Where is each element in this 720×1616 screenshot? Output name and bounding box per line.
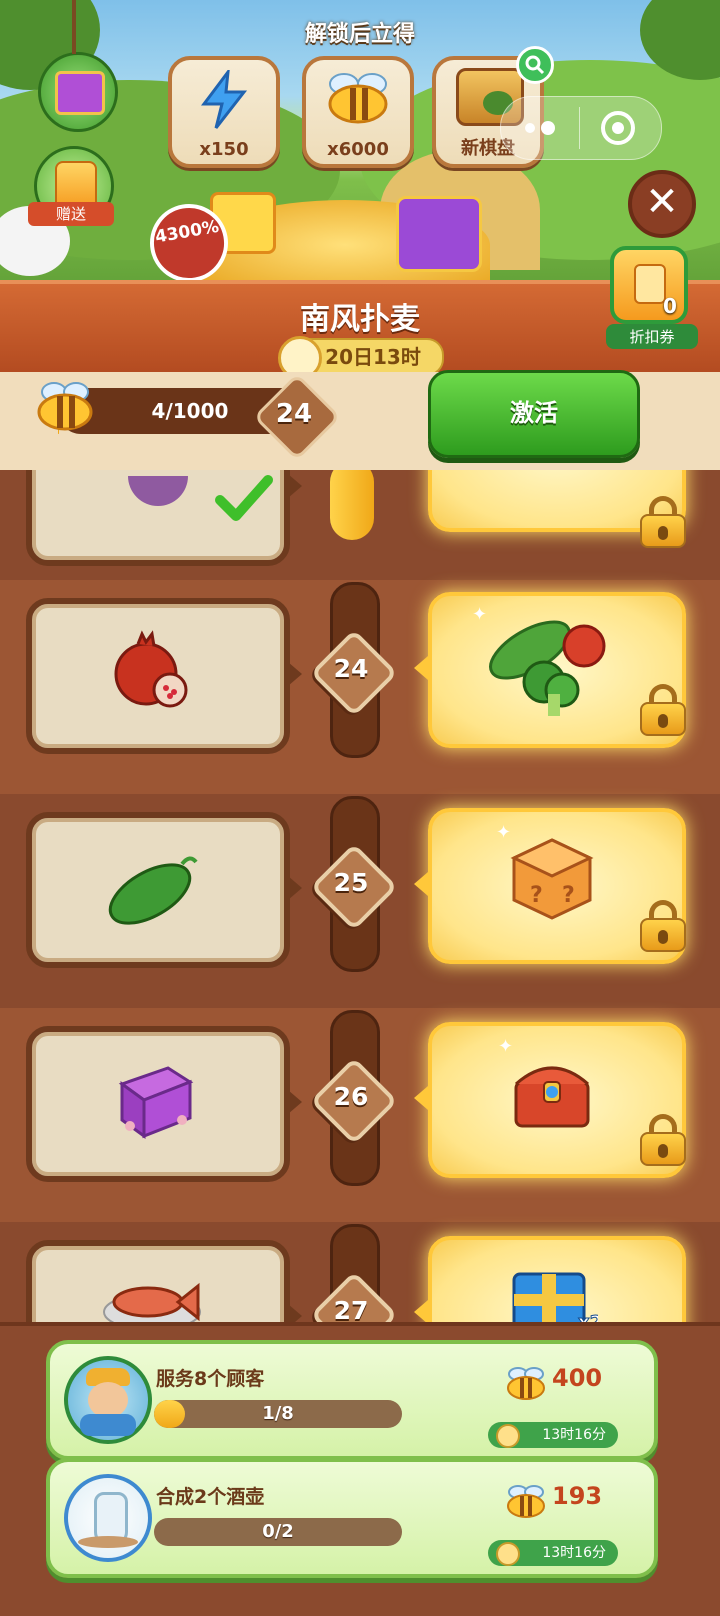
level-node-number: 27 [333, 1296, 369, 1322]
svg-text:?: ? [530, 883, 543, 908]
quest-progress-text: 0/2 [262, 1521, 294, 1542]
close-icon: ✕ [645, 179, 679, 225]
clock-icon [496, 1542, 520, 1566]
quest-timer: 13时16分 [488, 1422, 618, 1448]
activate-button[interactable]: 激活 [428, 370, 640, 458]
current-level: 24 [275, 399, 313, 429]
track-rail-filled [330, 470, 374, 540]
mystery-cube-icon: ? ? [510, 838, 594, 920]
gift-box-icon [396, 196, 482, 272]
event-timer: 20日13时 [278, 336, 444, 380]
gift-label: 赠送 [28, 202, 114, 226]
lock-icon [640, 900, 686, 952]
more-dot-icon[interactable] [525, 123, 535, 133]
lock-icon [640, 684, 686, 736]
bee-icon [37, 382, 93, 431]
lock-icon [640, 496, 686, 548]
reward-card-energy[interactable]: x150 [168, 56, 280, 168]
level-node-number: 25 [333, 868, 369, 897]
sparkle-icon: ✦ [498, 1036, 514, 1057]
wine-jug-icon [64, 1474, 152, 1562]
rope [72, 0, 76, 54]
checkmark-icon [215, 475, 273, 521]
reward-card-bee[interactable]: x6000 [302, 56, 414, 168]
level-node-number: 26 [333, 1082, 369, 1111]
svg-text:x2: x2 [578, 1312, 598, 1322]
quest-title: 服务8个顾客 [156, 1368, 265, 1390]
quest-timer: 13时16分 [488, 1540, 618, 1566]
blue-energy-bolt-icon [201, 70, 248, 129]
quest-title: 合成2个酒壶 [156, 1486, 265, 1508]
bee-coin-icon [328, 73, 388, 124]
premium-reward-card[interactable] [428, 470, 686, 548]
bee-icon [507, 1485, 545, 1518]
coupon-count: 0 [663, 294, 677, 318]
clock-icon [496, 1424, 520, 1448]
bee-icon [507, 1367, 545, 1400]
quest-reward: 400 [552, 1364, 603, 1392]
coupon-widget[interactable]: 0 折扣券 [606, 246, 698, 349]
free-reward-card[interactable] [26, 598, 302, 754]
quest-item[interactable]: 合成2个酒壶 0/2 193 13时16分 [46, 1458, 658, 1578]
premium-reward-card[interactable]: ✦ [414, 592, 686, 748]
quest-time: 13时16分 [542, 1545, 606, 1561]
quest-time: 13时16分 [542, 1427, 606, 1443]
premium-reward-card[interactable]: ✦ [414, 1022, 686, 1178]
coupon-label: 折扣券 [606, 324, 698, 349]
blue-gift-box-icon: x2 [512, 1272, 598, 1322]
sparkle-icon: ✦ [472, 604, 488, 625]
free-reward-card[interactable] [26, 812, 302, 968]
more-dot-icon[interactable] [541, 121, 555, 135]
zoom-icon[interactable] [516, 46, 554, 84]
lock-icon [640, 1114, 686, 1166]
premium-reward-card[interactable]: x2 [414, 1236, 686, 1322]
free-reward-card[interactable] [26, 1026, 302, 1182]
quest-item[interactable]: 服务8个顾客 1/8 400 13时16分 [46, 1340, 658, 1460]
fish-dish-icon [103, 1282, 201, 1322]
quest-progress-text: 1/8 [262, 1403, 294, 1424]
purple-chest-icon [118, 1066, 194, 1139]
cucumber-icon [108, 856, 198, 925]
pass-progress-text: 4/1000 [151, 399, 229, 423]
event-time-left: 20日13时 [325, 345, 421, 369]
premium-reward-card[interactable]: ? ? ✦ [414, 808, 686, 964]
treasure-chest-icon [514, 1066, 590, 1128]
level-node-number: 24 [333, 654, 369, 683]
banner-title: 解锁后立得 [304, 22, 415, 47]
purple-chest-icon [55, 71, 105, 115]
farmer-icon [64, 1356, 152, 1444]
miniprogram-capsule [500, 96, 662, 160]
reward-track[interactable]: ✦ 24 ? ? ✦ 25 ✦ 26 27 [0, 470, 720, 1322]
close-miniprogram-icon[interactable] [601, 111, 635, 145]
svg-text:?: ? [562, 883, 575, 908]
sparkle-icon: ✦ [496, 822, 512, 843]
vegetables-bundle-icon [489, 620, 606, 716]
close-button[interactable]: ✕ [628, 170, 696, 238]
pomegranate-icon [114, 630, 188, 708]
free-reward-card[interactable] [26, 1240, 302, 1322]
treasure-chest-button[interactable] [38, 52, 118, 132]
quest-panel: 服务8个顾客 1/8 400 13时16分 合成2个酒壶 0/2 193 13时… [0, 1322, 720, 1616]
reward-card-label: x6000 [327, 139, 389, 160]
quest-reward: 193 [552, 1482, 603, 1510]
reward-card-label: x150 [199, 139, 249, 160]
